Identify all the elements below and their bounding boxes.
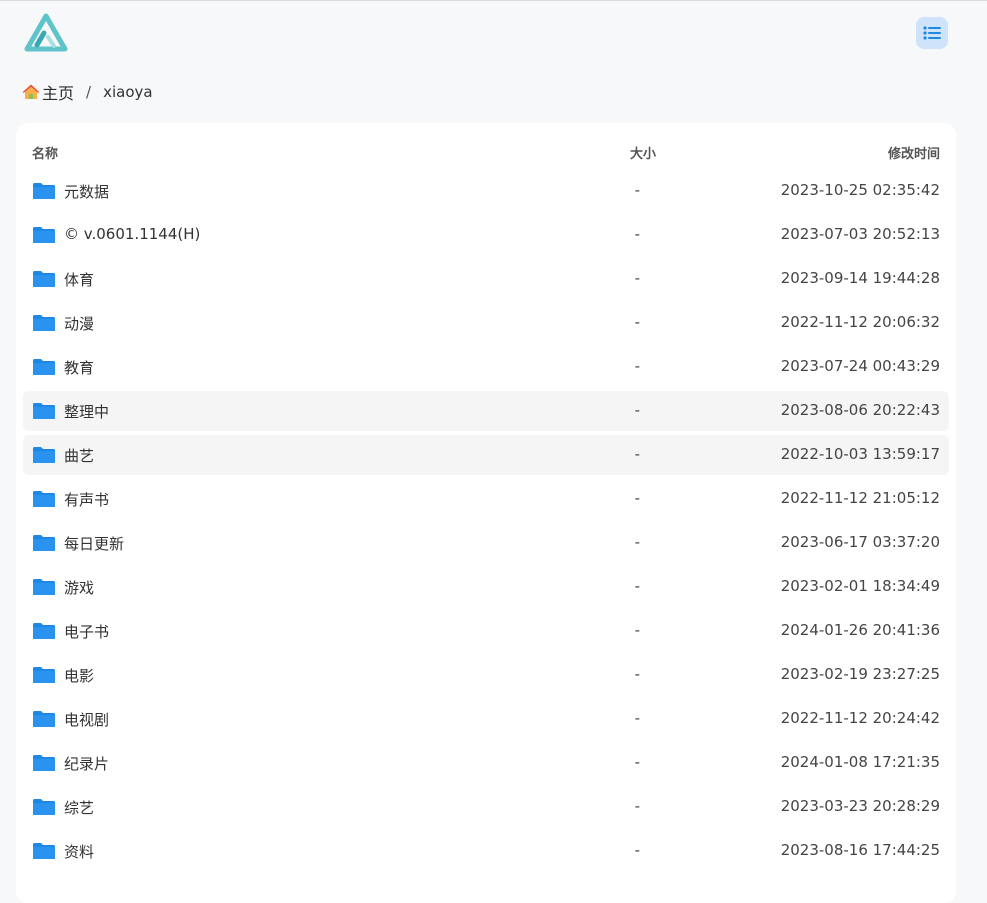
breadcrumb-separator: /: [86, 83, 92, 101]
file-size: -: [634, 357, 640, 375]
file-size: -: [634, 533, 640, 551]
table-row[interactable]: 游戏 - 2023-02-01 18:34:49: [23, 567, 949, 607]
file-size: -: [634, 225, 640, 243]
table-row[interactable]: 有声书 - 2022-11-12 21:05:12: [23, 479, 949, 519]
folder-icon: [33, 799, 55, 815]
triangle-logo-icon[interactable]: [24, 13, 68, 53]
folder-icon: [33, 579, 55, 595]
table-row[interactable]: 整理中 - 2023-08-06 20:22:43: [23, 391, 949, 431]
folder-icon: [33, 447, 55, 463]
file-size: -: [634, 709, 640, 727]
folder-icon: [33, 359, 55, 375]
list-icon: [923, 26, 941, 40]
folder-icon: [33, 843, 55, 859]
file-size: -: [634, 489, 640, 507]
file-list-panel: 名称 大小 修改时间 元数据 - 2023-10-25 02:35:42 © v.06…: [16, 123, 956, 903]
file-modified-time: 2023-07-24 00:43:29: [780, 357, 940, 375]
column-header-name[interactable]: 名称: [32, 143, 58, 162]
file-name[interactable]: 曲艺: [64, 445, 94, 466]
file-name[interactable]: 资料: [64, 841, 94, 862]
file-modified-time: 2024-01-08 17:21:35: [780, 753, 940, 771]
file-size: -: [634, 665, 640, 683]
file-size: -: [634, 269, 640, 287]
column-header-modified[interactable]: 修改时间: [888, 143, 940, 162]
top-bar: [0, 1, 987, 71]
table-row[interactable]: 电视剧 - 2022-11-12 20:24:42: [23, 699, 949, 739]
file-size: -: [634, 577, 640, 595]
file-name[interactable]: 体育: [64, 269, 94, 290]
file-name[interactable]: 教育: [64, 357, 94, 378]
file-size: -: [634, 621, 640, 639]
breadcrumb: 主页 / xiaoya: [22, 81, 153, 103]
folder-icon: [33, 315, 55, 331]
table-row[interactable]: 动漫 - 2022-11-12 20:06:32: [23, 303, 949, 343]
file-modified-time: 2022-10-03 13:59:17: [780, 445, 940, 463]
file-size: -: [634, 181, 640, 199]
column-header-size[interactable]: 大小: [512, 143, 656, 162]
file-name[interactable]: 综艺: [64, 797, 94, 818]
file-modified-time: 2023-02-19 23:27:25: [780, 665, 940, 683]
breadcrumb-home-link[interactable]: 主页: [42, 80, 74, 104]
table-row[interactable]: 纪录片 - 2024-01-08 17:21:35: [23, 743, 949, 783]
file-name[interactable]: 电子书: [64, 621, 109, 642]
file-name[interactable]: 整理中: [64, 401, 109, 422]
breadcrumb-current[interactable]: xiaoya: [103, 83, 152, 101]
folder-icon: [33, 183, 55, 199]
layout-toggle-button[interactable]: [916, 17, 948, 49]
folder-icon: [33, 491, 55, 507]
file-size: -: [634, 753, 640, 771]
file-name[interactable]: 纪录片: [64, 753, 109, 774]
file-size: -: [634, 841, 640, 859]
file-name[interactable]: 游戏: [64, 577, 94, 598]
table-row[interactable]: 电影 - 2023-02-19 23:27:25: [23, 655, 949, 695]
folder-icon: [33, 227, 55, 243]
table-row[interactable]: © v.0601.1144(H) - 2023-07-03 20:52:13: [23, 215, 949, 255]
table-row[interactable]: 综艺 - 2023-03-23 20:28:29: [23, 787, 949, 827]
folder-icon: [33, 271, 55, 287]
file-list: 元数据 - 2023-10-25 02:35:42 © v.0601.1144(H) -…: [23, 171, 949, 875]
file-size: -: [634, 445, 640, 463]
file-modified-time: 2022-11-12 20:06:32: [780, 313, 940, 331]
file-size: -: [634, 313, 640, 331]
file-name[interactable]: 电视剧: [64, 709, 109, 730]
folder-icon: [33, 711, 55, 727]
file-modified-time: 2023-07-03 20:52:13: [780, 225, 940, 243]
table-row[interactable]: 电子书 - 2024-01-26 20:41:36: [23, 611, 949, 651]
file-modified-time: 2024-01-26 20:41:36: [780, 621, 940, 639]
table-row[interactable]: 体育 - 2023-09-14 19:44:28: [23, 259, 949, 299]
table-row[interactable]: 曲艺 - 2022-10-03 13:59:17: [23, 435, 949, 475]
folder-icon: [33, 403, 55, 419]
file-name[interactable]: 元数据: [64, 181, 109, 202]
file-size: -: [634, 797, 640, 815]
file-name[interactable]: 有声书: [64, 489, 109, 510]
file-modified-time: 2022-11-12 21:05:12: [780, 489, 940, 507]
file-modified-time: 2023-02-01 18:34:49: [780, 577, 940, 595]
folder-icon: [33, 623, 55, 639]
file-modified-time: 2023-08-16 17:44:25: [780, 841, 940, 859]
table-row[interactable]: 元数据 - 2023-10-25 02:35:42: [23, 171, 949, 211]
file-modified-time: 2022-11-12 20:24:42: [780, 709, 940, 727]
home-icon[interactable]: [22, 83, 40, 101]
file-modified-time: 2023-03-23 20:28:29: [780, 797, 940, 815]
folder-icon: [33, 755, 55, 771]
file-name[interactable]: © v.0601.1144(H): [64, 225, 200, 243]
file-modified-time: 2023-09-14 19:44:28: [780, 269, 940, 287]
file-name[interactable]: 每日更新: [64, 533, 124, 554]
table-row[interactable]: 资料 - 2023-08-16 17:44:25: [23, 831, 949, 871]
folder-icon: [33, 667, 55, 683]
file-modified-time: 2023-06-17 03:37:20: [780, 533, 940, 551]
file-size: -: [634, 401, 640, 419]
file-name[interactable]: 电影: [64, 665, 94, 686]
table-row[interactable]: 教育 - 2023-07-24 00:43:29: [23, 347, 949, 387]
file-name[interactable]: 动漫: [64, 313, 94, 334]
table-row[interactable]: 每日更新 - 2023-06-17 03:37:20: [23, 523, 949, 563]
file-modified-time: 2023-08-06 20:22:43: [780, 401, 940, 419]
file-modified-time: 2023-10-25 02:35:42: [780, 181, 940, 199]
table-header: 名称 大小 修改时间: [32, 143, 940, 162]
folder-icon: [33, 535, 55, 551]
